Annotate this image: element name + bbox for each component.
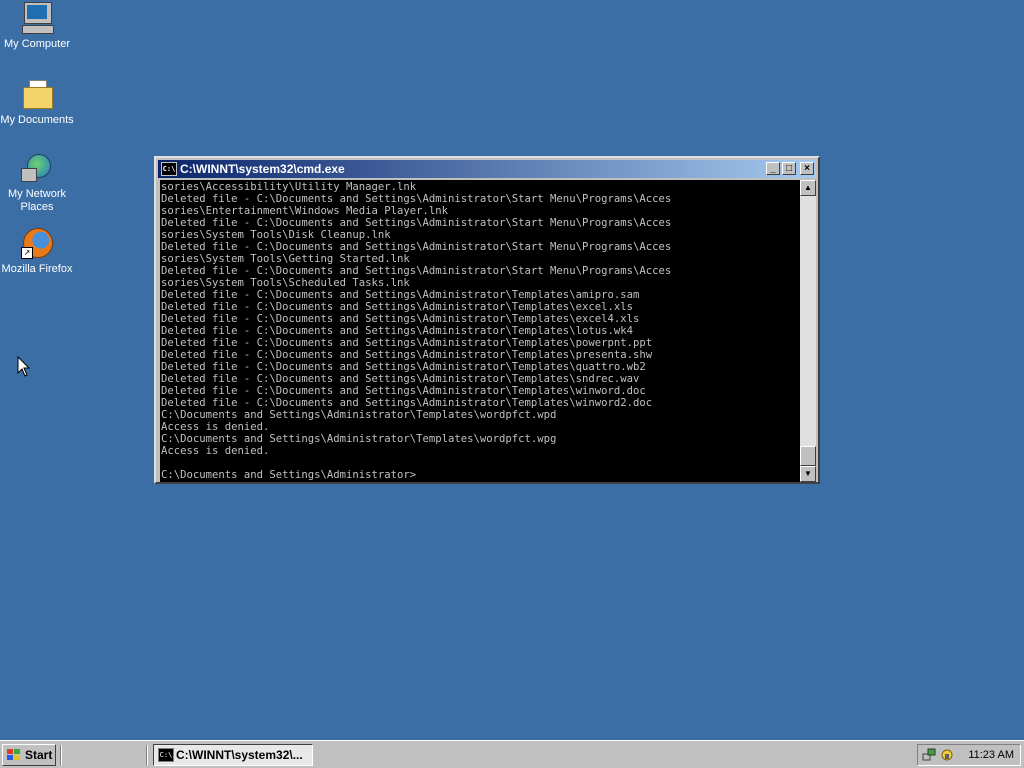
desktop-icon-label: My Computer: [3, 38, 71, 50]
taskbar-separator: [60, 745, 62, 765]
console-line: C:\Documents and Settings\Administrator\…: [161, 409, 557, 421]
network-tray-icon[interactable]: [922, 748, 936, 762]
console-line: sories\Entertainment\Windows Media Playe…: [161, 205, 449, 217]
taskbar-separator: [146, 745, 148, 765]
console-output[interactable]: sories\Accessibility\Utility Manager.lnk…: [160, 180, 800, 482]
console-line: Deleted file - C:\Documents and Settings…: [161, 241, 672, 253]
desktop-icon-label: My Documents: [0, 114, 74, 126]
console-line: sories\System Tools\Scheduled Tasks.lnk: [161, 277, 410, 289]
console-line: sories\Accessibility\Utility Manager.lnk: [161, 181, 417, 193]
shortcut-arrow-icon: ↗: [21, 247, 33, 259]
cmd-window[interactable]: C:\ C:\WINNT\system32\cmd.exe _ □ × sori…: [154, 156, 820, 484]
console-line: Deleted file - C:\Documents and Settings…: [161, 361, 646, 373]
console-line: Access is denied.: [161, 421, 270, 433]
clock[interactable]: 11:23 AM: [968, 745, 1014, 765]
mouse-cursor-icon: [17, 356, 31, 377]
desktop-icon-my-network-places[interactable]: My Network Places: [0, 152, 74, 214]
network-places-icon: [21, 152, 53, 184]
console-line: Deleted file - C:\Documents and Settings…: [161, 193, 672, 205]
scroll-up-button[interactable]: ▲: [800, 180, 816, 196]
close-button[interactable]: ×: [800, 162, 814, 175]
minimize-button[interactable]: _: [766, 162, 780, 175]
desktop-icon-label-line1: My Network: [7, 188, 67, 200]
start-label: Start: [25, 748, 53, 762]
console-line: Deleted file - C:\Documents and Settings…: [161, 349, 653, 361]
console-line: Deleted file - C:\Documents and Settings…: [161, 373, 640, 385]
maximize-icon: □: [785, 163, 793, 174]
desktop-icon-my-computer[interactable]: My Computer: [0, 2, 74, 51]
console-line: Deleted file - C:\Documents and Settings…: [161, 313, 640, 325]
folder-documents-icon: [21, 78, 53, 110]
minimize-icon: _: [770, 163, 776, 174]
console-line: Deleted file - C:\Documents and Settings…: [161, 265, 672, 277]
computer-icon: [21, 2, 54, 34]
security-tray-icon[interactable]: [940, 748, 954, 762]
console-line: sories\System Tools\Getting Started.lnk: [161, 253, 410, 265]
taskbar-button-cmd[interactable]: C:\ C:\WINNT\system32\...: [153, 744, 313, 766]
start-button[interactable]: Start: [2, 744, 56, 766]
scrollbar-thumb[interactable]: [800, 446, 816, 466]
console-line: sories\System Tools\Disk Cleanup.lnk: [161, 229, 391, 241]
maximize-button[interactable]: □: [782, 162, 796, 175]
console-line: C:\Documents and Settings\Administrator>: [161, 469, 417, 481]
taskbar: Start C:\ C:\WINNT\system32\... 11:23 AM: [0, 740, 1024, 768]
arrow-up-icon: ▲: [804, 183, 812, 192]
desktop-icon-mozilla-firefox[interactable]: ↗ Mozilla Firefox: [0, 227, 74, 276]
cmd-task-icon: C:\: [158, 748, 174, 762]
arrow-down-icon: ▼: [804, 469, 812, 478]
vertical-scrollbar[interactable]: ▲ ▼: [800, 180, 816, 482]
close-icon: ×: [804, 163, 810, 174]
cmd-window-icon[interactable]: C:\: [161, 162, 177, 176]
console-line: Deleted file - C:\Documents and Settings…: [161, 337, 653, 349]
desktop-icon-label: Mozilla Firefox: [1, 263, 73, 275]
desktop-icon-label-line2: Places: [20, 201, 54, 213]
console-line: Deleted file - C:\Documents and Settings…: [161, 289, 640, 301]
console-line: Deleted file - C:\Documents and Settings…: [161, 385, 646, 397]
console-line: Deleted file - C:\Documents and Settings…: [161, 217, 672, 229]
console-line: Deleted file - C:\Documents and Settings…: [161, 301, 633, 313]
taskbar-button-label: C:\WINNT\system32\...: [176, 748, 303, 762]
scroll-down-button[interactable]: ▼: [800, 466, 816, 482]
console-line: Deleted file - C:\Documents and Settings…: [161, 397, 653, 409]
desktop-icon-my-documents[interactable]: My Documents: [0, 78, 74, 127]
console-line: Deleted file - C:\Documents and Settings…: [161, 325, 633, 337]
console-line: Access is denied.: [161, 445, 270, 457]
desktop: My Computer My Documents My Network Plac…: [0, 0, 1024, 740]
windows-logo-icon: [7, 749, 20, 760]
firefox-icon: ↗: [21, 227, 53, 259]
cmd-titlebar[interactable]: C:\ C:\WINNT\system32\cmd.exe _ □ ×: [158, 160, 816, 178]
window-title: C:\WINNT\system32\cmd.exe: [180, 162, 345, 176]
console-line: C:\Documents and Settings\Administrator\…: [161, 433, 557, 445]
system-tray: 11:23 AM: [917, 744, 1021, 766]
quick-launch-area: [66, 745, 142, 765]
